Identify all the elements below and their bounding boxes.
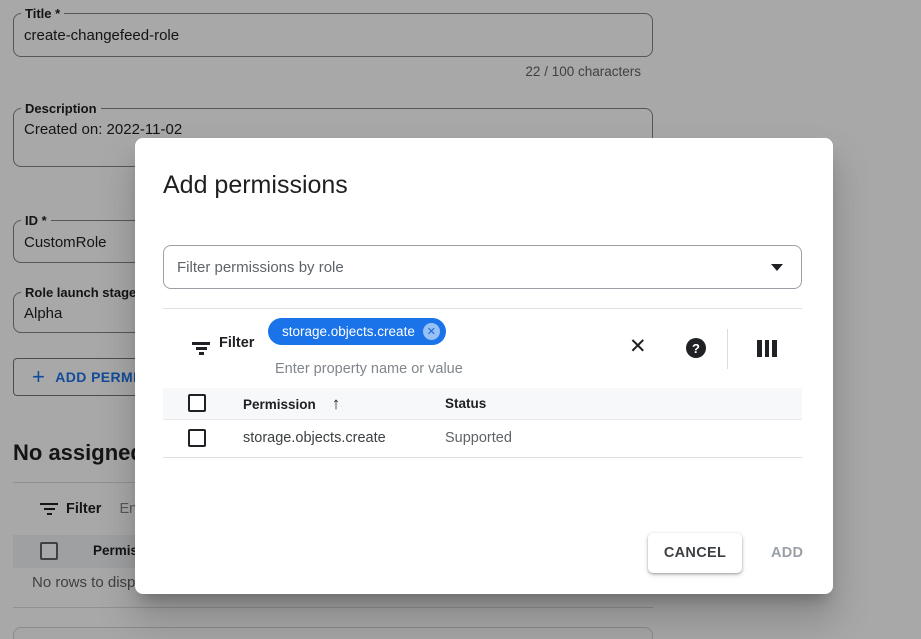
chevron-down-icon bbox=[771, 264, 783, 271]
permissions-table-header: Permission ↑ Status bbox=[163, 388, 802, 420]
add-permissions-dialog: Add permissions Filter permissions by ro… bbox=[135, 138, 833, 594]
create-role-page: Title * create-changefeed-role 22 / 100 … bbox=[0, 0, 921, 639]
chip-remove-icon[interactable]: ✕ bbox=[423, 323, 440, 340]
filter-icon bbox=[192, 342, 210, 355]
status-column-header: Status bbox=[445, 396, 486, 411]
permission-column-header[interactable]: Permission ↑ bbox=[243, 396, 340, 412]
permission-cell: storage.objects.create bbox=[243, 430, 386, 446]
role-select-placeholder: Filter permissions by role bbox=[177, 259, 344, 276]
add-button[interactable]: ADD bbox=[765, 533, 809, 573]
clear-filters-icon[interactable]: ✕ bbox=[629, 333, 647, 361]
table-row[interactable]: storage.objects.create Supported bbox=[163, 421, 802, 458]
filter-input[interactable]: Enter property name or value bbox=[275, 361, 463, 377]
column-display-options-icon[interactable] bbox=[757, 340, 777, 357]
help-icon[interactable]: ? bbox=[686, 338, 706, 358]
sort-ascending-icon: ↑ bbox=[332, 396, 341, 412]
filter-chip-label: storage.objects.create bbox=[282, 324, 415, 339]
row-checkbox[interactable] bbox=[188, 429, 206, 447]
permission-column-label: Permission bbox=[243, 397, 316, 412]
filter-label: Filter bbox=[219, 335, 254, 351]
divider bbox=[727, 329, 728, 369]
cancel-button[interactable]: CANCEL bbox=[648, 533, 742, 573]
status-cell: Supported bbox=[445, 430, 512, 446]
filter-chip-storage-objects-create[interactable]: storage.objects.create ✕ bbox=[268, 318, 446, 345]
dialog-title: Add permissions bbox=[163, 171, 348, 200]
filter-permissions-by-role-select[interactable]: Filter permissions by role bbox=[163, 245, 802, 289]
permissions-filter-toolbar: Filter storage.objects.create ✕ Enter pr… bbox=[163, 309, 802, 388]
select-all-checkbox[interactable] bbox=[188, 394, 206, 412]
